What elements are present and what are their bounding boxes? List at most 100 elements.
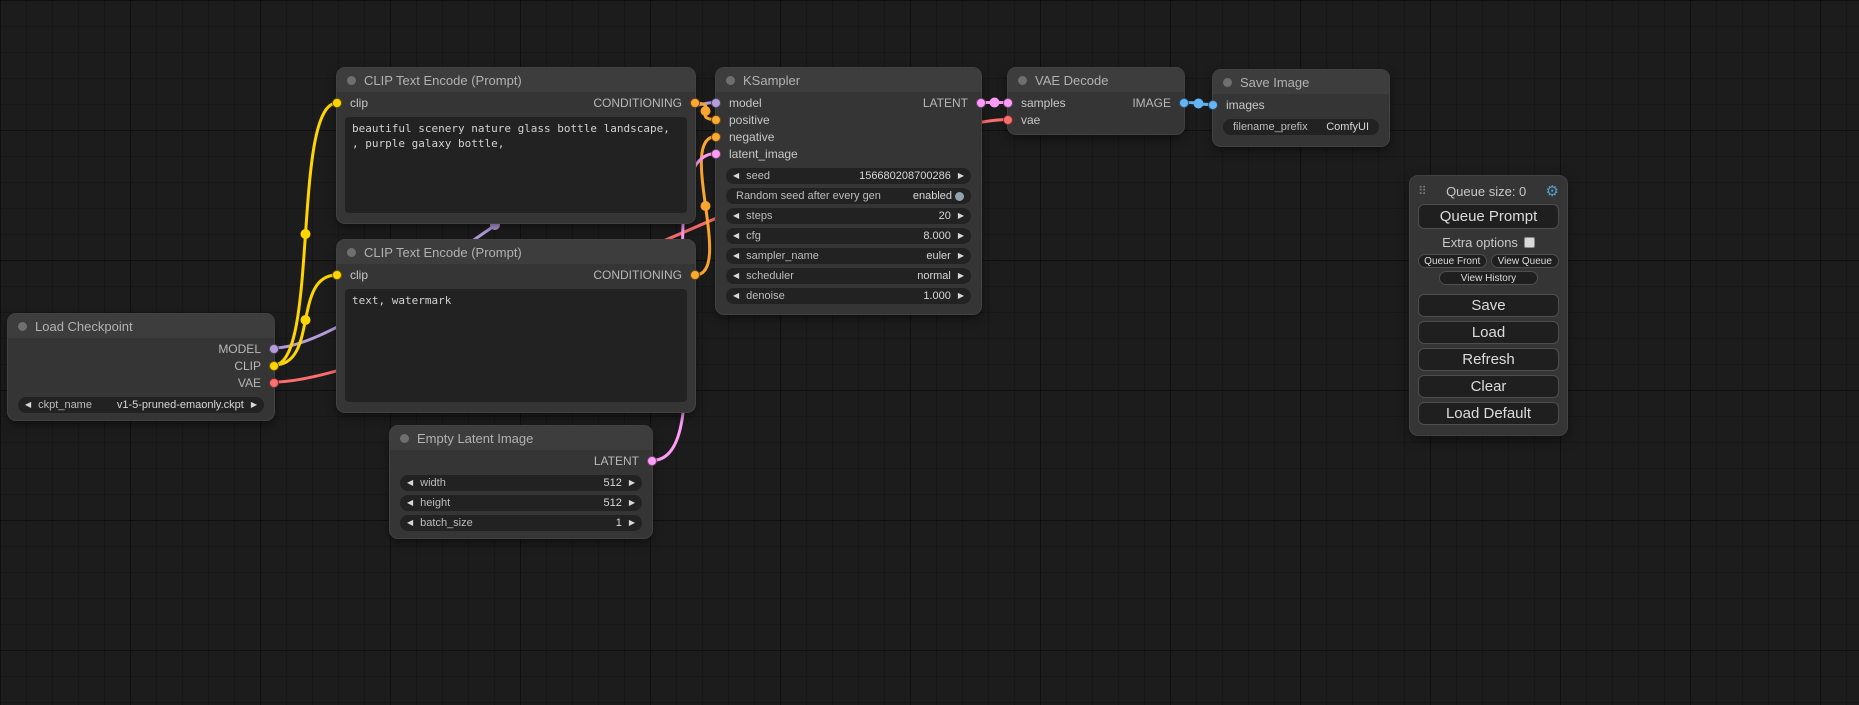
node-save-image[interactable]: Save Image images filename_prefix ComfyU…	[1213, 70, 1389, 146]
latent-output-dot[interactable]	[647, 456, 657, 466]
toggle-dot-icon[interactable]	[955, 192, 964, 201]
slot-row-samples-image: samples IMAGE	[1008, 94, 1184, 111]
filename-prefix-widget[interactable]: filename_prefix ComfyUI	[1223, 119, 1379, 135]
samples-input-dot[interactable]	[1003, 98, 1013, 108]
node-title-bar[interactable]: CLIP Text Encode (Prompt)	[337, 68, 695, 92]
node-load-checkpoint[interactable]: Load Checkpoint MODEL CLIP VAE ◀ ckpt_na…	[8, 314, 274, 420]
clip-input-dot[interactable]	[332, 98, 342, 108]
collapse-dot-icon[interactable]	[400, 434, 409, 443]
node-vae-decode[interactable]: VAE Decode samples IMAGE vae	[1008, 68, 1184, 134]
output-slot-vae: VAE	[8, 374, 274, 391]
clip-output-dot[interactable]	[269, 361, 279, 371]
node-title-bar[interactable]: Empty Latent Image	[390, 426, 652, 450]
decrement-arrow-icon[interactable]: ◀	[733, 232, 739, 240]
prev-arrow-icon[interactable]: ◀	[733, 272, 739, 280]
increment-arrow-icon[interactable]: ▶	[629, 499, 635, 507]
increment-arrow-icon[interactable]: ▶	[629, 479, 635, 487]
load-default-button[interactable]: Load Default	[1418, 402, 1559, 425]
node-title: Empty Latent Image	[417, 431, 533, 446]
slot-row-model-latent: model LATENT	[716, 94, 981, 111]
view-history-row: View History	[1418, 271, 1559, 285]
decrement-arrow-icon[interactable]: ◀	[407, 479, 413, 487]
model-input-dot[interactable]	[711, 98, 721, 108]
node-title-bar[interactable]: KSampler	[716, 68, 981, 92]
clear-button[interactable]: Clear	[1418, 375, 1559, 398]
increment-arrow-icon[interactable]: ▶	[958, 172, 964, 180]
node-title-bar[interactable]: CLIP Text Encode (Prompt)	[337, 240, 695, 264]
latent-output-dot[interactable]	[976, 98, 986, 108]
drag-handle-icon[interactable]: ⠿	[1418, 184, 1427, 198]
conditioning-output-dot[interactable]	[690, 270, 700, 280]
cfg-widget[interactable]: ◀ cfg 8.000 ▶	[726, 228, 971, 244]
denoise-widget[interactable]: ◀ denoise 1.000 ▶	[726, 288, 971, 304]
conditioning-output-dot[interactable]	[690, 98, 700, 108]
scheduler-widget[interactable]: ◀ scheduler normal ▶	[726, 268, 971, 284]
slot-row-clip-conditioning: clip CONDITIONING	[337, 266, 695, 283]
node-title-bar[interactable]: VAE Decode	[1008, 68, 1184, 92]
width-widget[interactable]: ◀ width 512 ▶	[400, 475, 642, 491]
decrement-arrow-icon[interactable]: ◀	[733, 212, 739, 220]
images-input-dot[interactable]	[1208, 100, 1218, 110]
node-clip-text-encode-positive[interactable]: CLIP Text Encode (Prompt) clip CONDITION…	[337, 68, 695, 223]
collapse-dot-icon[interactable]	[347, 76, 356, 85]
batch-size-widget[interactable]: ◀ batch_size 1 ▶	[400, 515, 642, 531]
view-history-button[interactable]: View History	[1439, 271, 1538, 285]
clip-input-dot[interactable]	[332, 270, 342, 280]
settings-gear-icon[interactable]: ⚙	[1546, 184, 1559, 199]
node-clip-text-encode-negative[interactable]: CLIP Text Encode (Prompt) clip CONDITION…	[337, 240, 695, 412]
decrement-arrow-icon[interactable]: ◀	[407, 499, 413, 507]
extra-options-label: Extra options	[1442, 235, 1518, 250]
increment-arrow-icon[interactable]: ▶	[629, 519, 635, 527]
extra-options-checkbox[interactable]	[1524, 237, 1535, 248]
view-queue-button[interactable]: View Queue	[1491, 254, 1560, 268]
node-ksampler[interactable]: KSampler model LATENT positive negative …	[716, 68, 981, 314]
negative-prompt-textarea[interactable]: text, watermark	[345, 289, 687, 402]
height-widget[interactable]: ◀ height 512 ▶	[400, 495, 642, 511]
sampler-name-widget[interactable]: ◀ sampler_name euler ▶	[726, 248, 971, 264]
node-title-bar[interactable]: Save Image	[1213, 70, 1389, 94]
seed-widget[interactable]: ◀ seed 156680208700286 ▶	[726, 168, 971, 184]
decrement-arrow-icon[interactable]: ◀	[733, 292, 739, 300]
next-arrow-icon[interactable]: ▶	[251, 401, 257, 409]
increment-arrow-icon[interactable]: ▶	[958, 212, 964, 220]
increment-arrow-icon[interactable]: ▶	[958, 292, 964, 300]
node-title-bar[interactable]: Load Checkpoint	[8, 314, 274, 338]
collapse-dot-icon[interactable]	[1018, 76, 1027, 85]
vae-output-dot[interactable]	[269, 378, 279, 388]
random-seed-toggle-widget[interactable]: Random seed after every gen enabled	[726, 188, 971, 204]
increment-arrow-icon[interactable]: ▶	[958, 232, 964, 240]
decrement-arrow-icon[interactable]: ◀	[407, 519, 413, 527]
load-button[interactable]: Load	[1418, 321, 1559, 344]
model-output-dot[interactable]	[269, 344, 279, 354]
node-empty-latent-image[interactable]: Empty Latent Image LATENT ◀ width 512 ▶ …	[390, 426, 652, 538]
queue-front-button[interactable]: Queue Front	[1418, 254, 1487, 268]
negative-input-dot[interactable]	[711, 132, 721, 142]
ckpt-name-widget[interactable]: ◀ ckpt_name v1-5-pruned-emaonly.ckpt ▶	[18, 397, 264, 413]
collapse-dot-icon[interactable]	[1223, 78, 1232, 87]
save-button[interactable]: Save	[1418, 294, 1559, 317]
prev-arrow-icon[interactable]: ◀	[733, 252, 739, 260]
steps-widget[interactable]: ◀ steps 20 ▶	[726, 208, 971, 224]
prev-arrow-icon[interactable]: ◀	[25, 401, 31, 409]
next-arrow-icon[interactable]: ▶	[958, 272, 964, 280]
node-title: Load Checkpoint	[35, 319, 133, 334]
link-dot-image	[1194, 99, 1204, 109]
latent-image-input-dot[interactable]	[711, 149, 721, 159]
node-title: VAE Decode	[1035, 73, 1108, 88]
node-title: CLIP Text Encode (Prompt)	[364, 245, 522, 260]
collapse-dot-icon[interactable]	[726, 76, 735, 85]
menu-header: ⠿ Queue size: 0 ⚙	[1418, 182, 1559, 200]
positive-prompt-textarea[interactable]: beautiful scenery nature glass bottle la…	[345, 117, 687, 213]
graph-canvas[interactable]: Load Checkpoint MODEL CLIP VAE ◀ ckpt_na…	[0, 0, 1859, 705]
positive-input-dot[interactable]	[711, 115, 721, 125]
input-slot-latent-image: latent_image	[716, 145, 981, 162]
collapse-dot-icon[interactable]	[18, 322, 27, 331]
next-arrow-icon[interactable]: ▶	[958, 252, 964, 260]
collapse-dot-icon[interactable]	[347, 248, 356, 257]
decrement-arrow-icon[interactable]: ◀	[733, 172, 739, 180]
queue-prompt-button[interactable]: Queue Prompt	[1418, 204, 1559, 229]
image-output-dot[interactable]	[1179, 98, 1189, 108]
vae-input-dot[interactable]	[1003, 115, 1013, 125]
output-slot-clip: CLIP	[8, 357, 274, 374]
refresh-button[interactable]: Refresh	[1418, 348, 1559, 371]
